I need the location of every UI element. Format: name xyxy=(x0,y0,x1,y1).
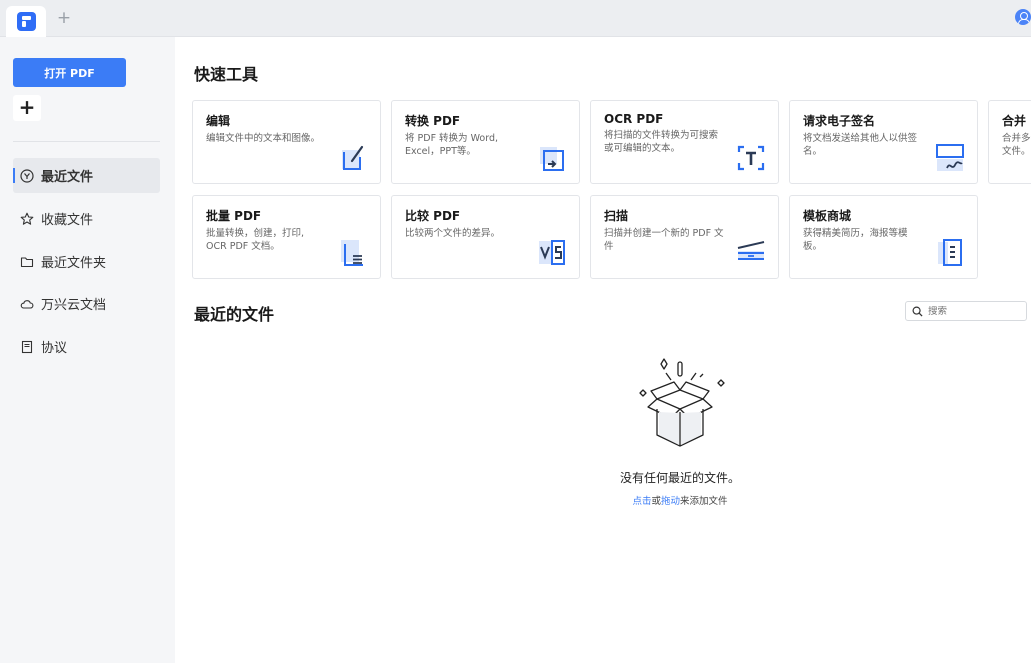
tool-desc: 合并多个文件。 xyxy=(1002,133,1031,157)
search-box[interactable] xyxy=(905,301,1027,321)
hint-or-text: 或 xyxy=(651,496,661,507)
signature-icon xyxy=(935,141,965,173)
tool-title: 批量 PDF xyxy=(206,209,262,223)
tool-title: OCR PDF xyxy=(604,112,664,126)
search-input[interactable] xyxy=(928,305,1018,317)
batch-icon xyxy=(338,236,368,268)
tool-title: 转换 PDF xyxy=(405,114,461,128)
tool-card-template[interactable]: 模板商城 获得精美简历，海报等模板。 xyxy=(789,195,978,279)
hint-rest-text: 来添加文件 xyxy=(680,496,728,507)
tab-bar: + xyxy=(0,0,1031,37)
tool-desc: 将扫描的文件转换为可搜索或可编辑的文本。 xyxy=(604,130,719,154)
tool-title: 模板商城 xyxy=(803,209,852,223)
cloud-icon xyxy=(20,297,34,311)
empty-state-hint: 点击或拖动来添加文件 xyxy=(555,493,805,507)
recent-icon xyxy=(20,168,34,183)
sidebar-item-cloud-docs[interactable]: 万兴云文档 xyxy=(13,286,160,321)
tool-desc: 编辑文件中的文本和图像。 xyxy=(206,133,321,144)
sidebar-item-agreement[interactable]: 协议 xyxy=(13,329,160,364)
tool-card-compare[interactable]: 比较 PDF 比较两个文件的差异。 xyxy=(391,195,580,279)
tool-desc: 批量转换，创建，打印, OCR PDF 文档。 xyxy=(206,228,305,252)
tool-desc: 比较两个文件的差异。 xyxy=(405,228,501,239)
open-pdf-button[interactable]: 打开 PDF xyxy=(13,58,126,87)
tool-title: 扫描 xyxy=(604,209,629,223)
search-icon xyxy=(912,306,923,317)
sidebar-item-label: 最近文件 xyxy=(41,170,94,185)
star-icon xyxy=(20,212,34,226)
convert-icon xyxy=(537,141,567,173)
click-to-add-link[interactable]: 点击 xyxy=(632,496,651,507)
tool-card-signature[interactable]: 请求电子签名 将文档发送给其他人以供签名。 xyxy=(789,100,978,184)
sidebar-divider xyxy=(13,141,160,142)
folder-icon xyxy=(20,255,34,269)
sidebar-item-label: 最近文件夹 xyxy=(41,256,107,271)
tool-card-edit[interactable]: 编辑 编辑文件中的文本和图像。 xyxy=(192,100,381,184)
tool-desc: 将文档发送给其他人以供签名。 xyxy=(803,133,918,157)
tool-desc: 扫描并创建一个新的 PDF 文件 xyxy=(604,228,724,252)
user-avatar-icon[interactable] xyxy=(1015,9,1031,25)
sidebar-item-label: 收藏文件 xyxy=(41,213,94,228)
sidebar-item-label: 万兴云文档 xyxy=(41,298,107,313)
sidebar-item-label: 协议 xyxy=(41,341,68,356)
create-button[interactable]: + xyxy=(13,95,41,121)
tool-card-scan[interactable]: 扫描 扫描并创建一个新的 PDF 文件 xyxy=(590,195,779,279)
sidebar-item-recent-files[interactable]: 最近文件 xyxy=(13,158,160,193)
edit-icon xyxy=(338,141,368,173)
sidebar-item-favorites[interactable]: 收藏文件 xyxy=(13,201,160,236)
quick-tools-title: 快速工具 xyxy=(194,65,259,84)
tool-card-ocr[interactable]: OCR PDF 将扫描的文件转换为可搜索或可编辑的文本。 xyxy=(590,100,779,184)
app-logo-icon xyxy=(16,12,36,31)
scan-icon xyxy=(736,236,766,268)
sidebar-item-recent-folders[interactable]: 最近文件夹 xyxy=(13,244,160,279)
tool-title: 比较 PDF xyxy=(405,209,461,223)
recent-files-title: 最近的文件 xyxy=(194,305,275,324)
sidebar: 打开 PDF + 最近文件 收藏文件 最近文件夹 万兴云文档 协议 xyxy=(0,37,175,663)
compare-icon xyxy=(537,236,567,268)
drag-to-add-link[interactable]: 拖动 xyxy=(661,496,680,507)
template-icon xyxy=(935,236,965,268)
tool-desc: 将 PDF 转换为 Word, Excel，PPT等。 xyxy=(405,133,499,157)
empty-state-text: 没有任何最近的文件。 xyxy=(619,471,740,485)
empty-box-icon xyxy=(630,357,730,457)
tool-card-batch[interactable]: 批量 PDF 批量转换，创建，打印, OCR PDF 文档。 xyxy=(192,195,381,279)
home-tab[interactable] xyxy=(6,6,46,37)
main-panel: 快速工具 编辑 编辑文件中的文本和图像。 转换 PDF 将 PDF 转换为 Wo… xyxy=(175,37,1031,663)
tool-title: 请求电子签名 xyxy=(803,114,876,128)
new-tab-button[interactable]: + xyxy=(54,8,74,28)
tool-desc: 获得精美简历，海报等模板。 xyxy=(803,228,908,252)
tool-title: 合并 xyxy=(1002,114,1027,128)
document-icon xyxy=(20,340,34,354)
tool-card-merge[interactable]: 合并 合并多个文件。 xyxy=(988,100,1031,184)
tool-card-convert[interactable]: 转换 PDF 将 PDF 转换为 Word, Excel，PPT等。 xyxy=(391,100,580,184)
tool-title: 编辑 xyxy=(206,114,231,128)
ocr-icon xyxy=(736,141,766,173)
